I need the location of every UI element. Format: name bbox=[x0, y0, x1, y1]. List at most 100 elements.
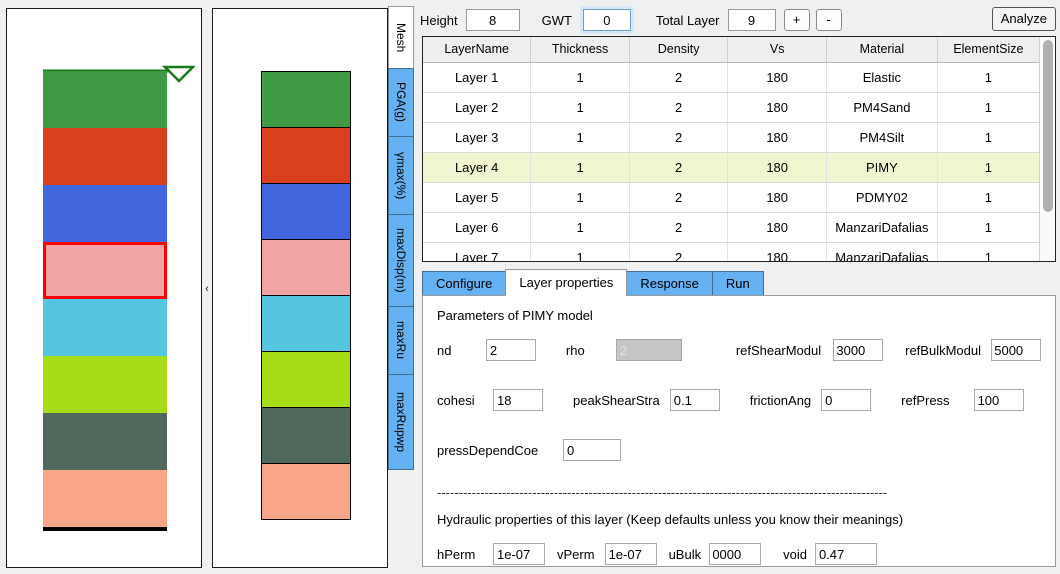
tab-layer-properties[interactable]: Layer properties bbox=[505, 269, 628, 296]
column-header-elementsize[interactable]: ElementSize bbox=[937, 37, 1039, 63]
cell-vs[interactable]: 180 bbox=[727, 92, 827, 123]
vtab-maxdisp[interactable]: maxDisp(m) bbox=[388, 214, 414, 306]
cell-material[interactable]: PM4Silt bbox=[826, 122, 938, 153]
mesh-layer-block[interactable] bbox=[261, 71, 351, 128]
cell-material[interactable]: ManzariDafalias bbox=[826, 242, 938, 261]
cell-thickness[interactable]: 1 bbox=[530, 122, 630, 153]
mesh-layer-stack[interactable] bbox=[261, 71, 351, 520]
refbulkmodul-input[interactable] bbox=[991, 339, 1041, 361]
tab-configure[interactable]: Configure bbox=[422, 271, 507, 296]
void-input[interactable] bbox=[814, 543, 877, 565]
cell-vs[interactable]: 180 bbox=[727, 152, 827, 183]
soil-layer-block[interactable] bbox=[43, 299, 167, 356]
table-row[interactable]: Layer 6 1 2 180 ManzariDafalias 1 bbox=[423, 212, 1039, 243]
cell-layername[interactable]: Layer 6 bbox=[423, 212, 532, 243]
vperm-input[interactable] bbox=[604, 543, 657, 565]
column-header-material[interactable]: Material bbox=[826, 37, 938, 63]
soil-layer-block[interactable] bbox=[43, 185, 167, 242]
cell-elementsize[interactable]: 1 bbox=[937, 62, 1039, 93]
cell-material[interactable]: Elastic bbox=[826, 62, 938, 93]
column-header-vs[interactable]: Vs bbox=[727, 37, 827, 63]
cell-elementsize[interactable]: 1 bbox=[937, 92, 1039, 123]
table-row[interactable]: Layer 1 1 2 180 Elastic 1 bbox=[423, 62, 1039, 93]
cell-density[interactable]: 2 bbox=[629, 122, 729, 153]
cell-density[interactable]: 2 bbox=[629, 62, 729, 93]
refpress-input[interactable] bbox=[973, 389, 1024, 411]
cell-layername[interactable]: Layer 4 bbox=[423, 152, 532, 183]
cell-thickness[interactable]: 1 bbox=[530, 242, 630, 261]
cell-layername[interactable]: Layer 3 bbox=[423, 122, 532, 153]
cell-thickness[interactable]: 1 bbox=[530, 152, 630, 183]
vtab-maxru[interactable]: maxRu bbox=[388, 306, 414, 374]
cell-density[interactable]: 2 bbox=[629, 182, 729, 213]
cell-material[interactable]: PIMY bbox=[826, 152, 938, 183]
mesh-layer-block[interactable] bbox=[261, 407, 351, 464]
cell-layername[interactable]: Layer 5 bbox=[423, 182, 532, 213]
cell-density[interactable]: 2 bbox=[629, 92, 729, 123]
mesh-layer-block[interactable] bbox=[261, 127, 351, 184]
total-layer-input[interactable] bbox=[727, 9, 776, 31]
soil-layer-block[interactable] bbox=[43, 71, 167, 128]
cell-elementsize[interactable]: 1 bbox=[937, 242, 1039, 261]
nd-input[interactable] bbox=[485, 339, 536, 361]
soil-layer-block[interactable] bbox=[43, 128, 167, 185]
soil-layer-block[interactable] bbox=[43, 470, 167, 527]
column-header-density[interactable]: Density bbox=[629, 37, 729, 63]
cell-elementsize[interactable]: 1 bbox=[937, 182, 1039, 213]
cell-elementsize[interactable]: 1 bbox=[937, 152, 1039, 183]
vtab-pga[interactable]: PGA(g) bbox=[388, 68, 414, 136]
mesh-layer-block[interactable] bbox=[261, 183, 351, 240]
panel-collapse-handle[interactable]: ‹ bbox=[202, 272, 212, 306]
tab-run[interactable]: Run bbox=[711, 271, 764, 296]
cell-material[interactable]: ManzariDafalias bbox=[826, 212, 938, 243]
cell-density[interactable]: 2 bbox=[629, 242, 729, 261]
cell-vs[interactable]: 180 bbox=[727, 62, 827, 93]
gwt-input[interactable] bbox=[582, 9, 631, 31]
cell-vs[interactable]: 180 bbox=[727, 242, 827, 261]
soil-layer-block[interactable] bbox=[43, 356, 167, 413]
cell-thickness[interactable]: 1 bbox=[530, 92, 630, 123]
analyze-button[interactable]: Analyze bbox=[991, 7, 1056, 31]
soil-layer-block-selected[interactable] bbox=[43, 242, 167, 299]
cell-thickness[interactable]: 1 bbox=[530, 182, 630, 213]
hperm-input[interactable] bbox=[493, 543, 545, 565]
cell-layername[interactable]: Layer 2 bbox=[423, 92, 532, 123]
mesh-layer-block[interactable] bbox=[261, 239, 351, 296]
cell-layername[interactable]: Layer 1 bbox=[423, 62, 532, 93]
frictionang-input[interactable] bbox=[821, 389, 872, 411]
vtab-maxrupwp[interactable]: maxRupwp bbox=[388, 374, 414, 470]
table-vertical-scrollbar[interactable] bbox=[1039, 37, 1055, 261]
cell-elementsize[interactable]: 1 bbox=[937, 122, 1039, 153]
vtab-mesh[interactable]: Mesh bbox=[388, 6, 414, 68]
table-scrollbar-thumb[interactable] bbox=[1043, 40, 1053, 212]
mesh-layer-block[interactable] bbox=[261, 351, 351, 408]
table-row-selected[interactable]: Layer 4 1 2 180 PIMY 1 bbox=[423, 152, 1039, 183]
tab-response[interactable]: Response bbox=[626, 271, 713, 296]
soil-layer-stack[interactable] bbox=[43, 71, 167, 527]
remove-layer-button[interactable]: - bbox=[815, 9, 842, 31]
refshearmodul-input[interactable] bbox=[833, 339, 884, 361]
cell-vs[interactable]: 180 bbox=[727, 182, 827, 213]
mesh-layer-block[interactable] bbox=[261, 463, 351, 520]
pressdependcoe-input[interactable] bbox=[563, 439, 621, 461]
cell-density[interactable]: 2 bbox=[629, 212, 729, 243]
soil-layer-block[interactable] bbox=[43, 413, 167, 470]
cell-vs[interactable]: 180 bbox=[727, 212, 827, 243]
column-header-thickness[interactable]: Thickness bbox=[530, 37, 630, 63]
cell-elementsize[interactable]: 1 bbox=[937, 212, 1039, 243]
table-row[interactable]: Layer 7 1 2 180 ManzariDafalias 1 bbox=[423, 242, 1039, 261]
table-row[interactable]: Layer 2 1 2 180 PM4Sand 1 bbox=[423, 92, 1039, 123]
cell-vs[interactable]: 180 bbox=[727, 122, 827, 153]
height-input[interactable] bbox=[465, 9, 520, 31]
add-layer-button[interactable]: + bbox=[783, 9, 810, 31]
cell-thickness[interactable]: 1 bbox=[530, 62, 630, 93]
vtab-gammamax[interactable]: γmax(%) bbox=[388, 136, 414, 214]
cohesi-input[interactable] bbox=[493, 389, 543, 411]
cell-layername[interactable]: Layer 7 bbox=[423, 242, 532, 261]
cell-density[interactable]: 2 bbox=[629, 152, 729, 183]
cell-material[interactable]: PDMY02 bbox=[826, 182, 938, 213]
mesh-layer-block[interactable] bbox=[261, 295, 351, 352]
peakshearstra-input[interactable] bbox=[669, 389, 720, 411]
table-row[interactable]: Layer 5 1 2 180 PDMY02 1 bbox=[423, 182, 1039, 213]
table-row[interactable]: Layer 3 1 2 180 PM4Silt 1 bbox=[423, 122, 1039, 153]
